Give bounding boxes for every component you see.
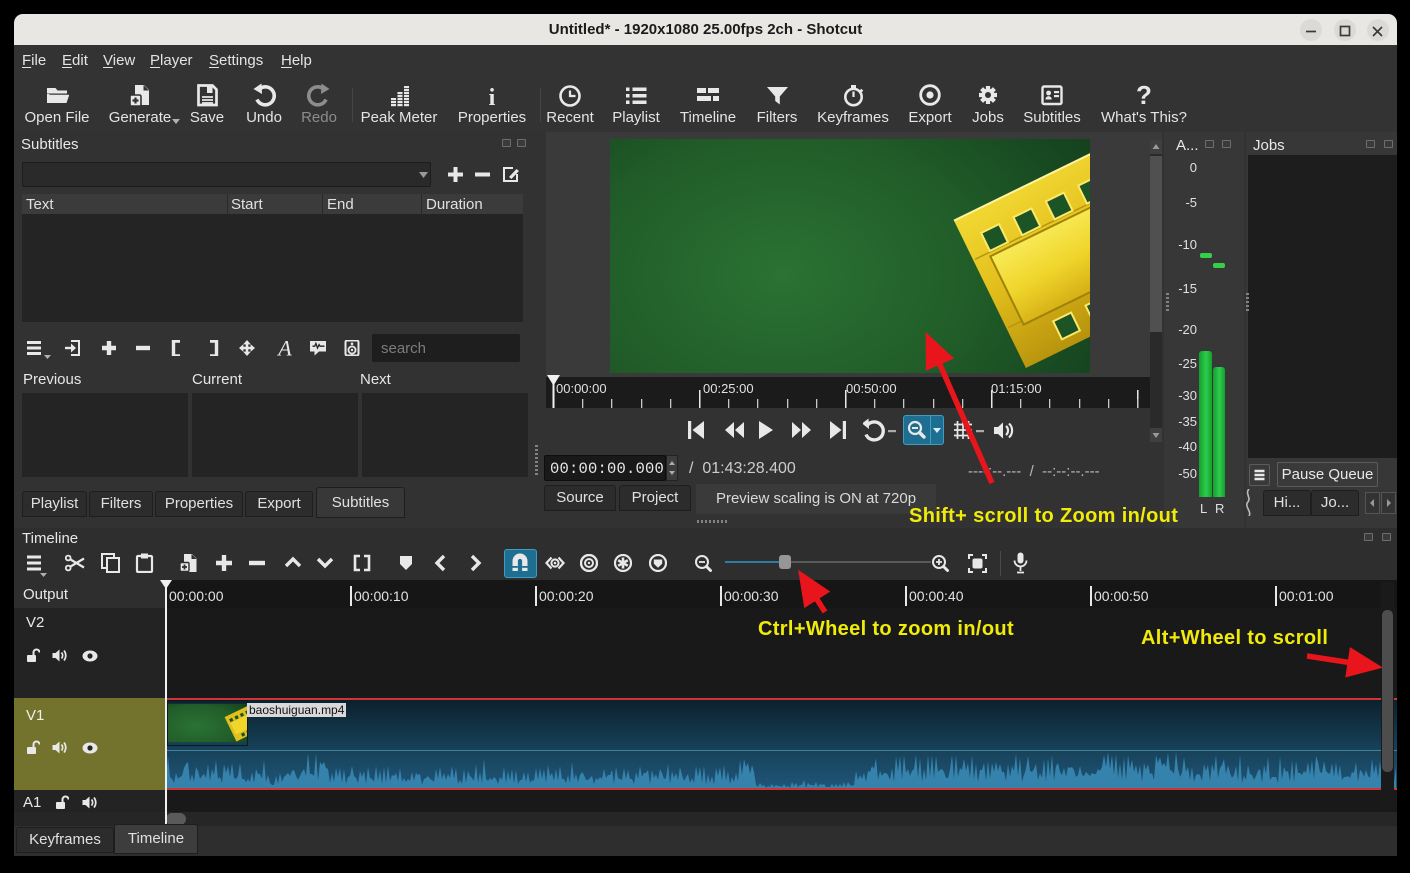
svg-text:A: A (277, 340, 292, 356)
svg-text:?: ? (1136, 82, 1152, 108)
svg-text:i: i (489, 85, 496, 108)
